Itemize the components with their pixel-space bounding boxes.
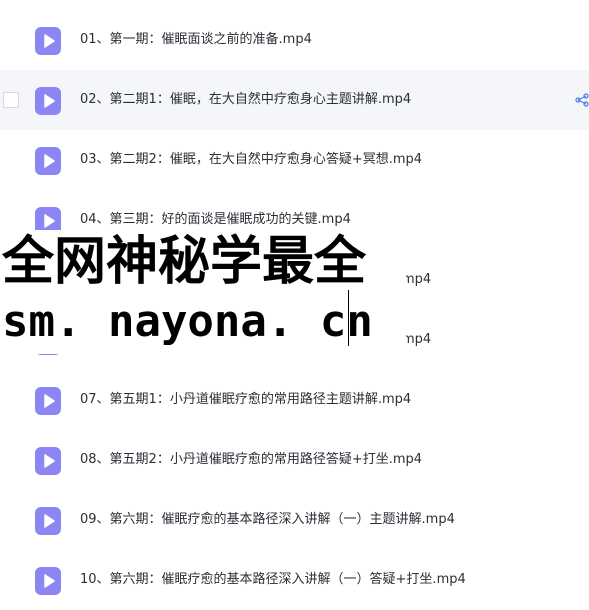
file-name[interactable]: 04、第三期：好的面谈是催眠成功的关键.mp4 <box>80 210 351 230</box>
file-row[interactable]: 08、第五期2：小丹道催眠疗愈的常用路径答疑+打坐.mp4 <box>0 430 589 490</box>
file-name[interactable]: 03、第二期2：催眠，在大自然中疗愈身心答疑+冥想.mp4 <box>80 150 422 170</box>
file-name[interactable]: 09、第六期：催眠疗愈的基本路径深入讲解（一）主题讲解.mp4 <box>80 510 455 530</box>
file-name[interactable]: 08、第五期2：小丹道催眠疗愈的常用路径答疑+打坐.mp4 <box>80 450 422 470</box>
file-row[interactable]: 09、第六期：催眠疗愈的基本路径深入讲解（一）主题讲解.mp4 <box>0 490 589 550</box>
video-file-icon <box>35 27 61 55</box>
file-name[interactable]: 07、第五期1：小丹道催眠疗愈的常用路径主题讲解.mp4 <box>80 390 411 410</box>
file-name[interactable]: mp4 <box>402 330 431 350</box>
watermark-title: 全网神秘学最全 <box>2 232 367 292</box>
file-row[interactable]: 02、第二期1：催眠，在大自然中疗愈身心主题讲解.mp4 <box>0 70 589 130</box>
video-file-icon <box>35 567 61 595</box>
file-name[interactable]: 10、第六期：催眠疗愈的基本路径深入讲解（一）答疑+打坐.mp4 <box>80 570 466 590</box>
file-row[interactable]: 03、第二期2：催眠，在大自然中疗愈身心答疑+冥想.mp4 <box>0 130 589 190</box>
file-row[interactable]: 07、第五期1：小丹道催眠疗愈的常用路径主题讲解.mp4 <box>0 370 589 430</box>
video-file-icon <box>35 147 61 175</box>
watermark-url: sm. nayona. cn <box>2 296 373 347</box>
video-file-icon <box>35 87 61 115</box>
video-file-icon <box>35 447 61 475</box>
row-checkbox[interactable] <box>3 92 19 108</box>
file-row[interactable]: 01、第一期：催眠面谈之前的准备.mp4 <box>0 10 589 70</box>
watermark-overlay: 全网神秘学最全 sm. nayona. cn <box>0 230 406 354</box>
file-name[interactable]: 02、第二期1：催眠，在大自然中疗愈身心主题讲解.mp4 <box>80 90 411 110</box>
text-cursor <box>348 290 349 346</box>
file-name[interactable]: mp4 <box>402 270 431 290</box>
video-file-icon <box>35 387 61 415</box>
file-name[interactable]: 01、第一期：催眠面谈之前的准备.mp4 <box>80 30 312 50</box>
video-file-icon <box>35 507 61 535</box>
file-row[interactable]: 10、第六期：催眠疗愈的基本路径深入讲解（一）答疑+打坐.mp4 <box>0 550 589 610</box>
share-icon[interactable] <box>575 92 589 107</box>
